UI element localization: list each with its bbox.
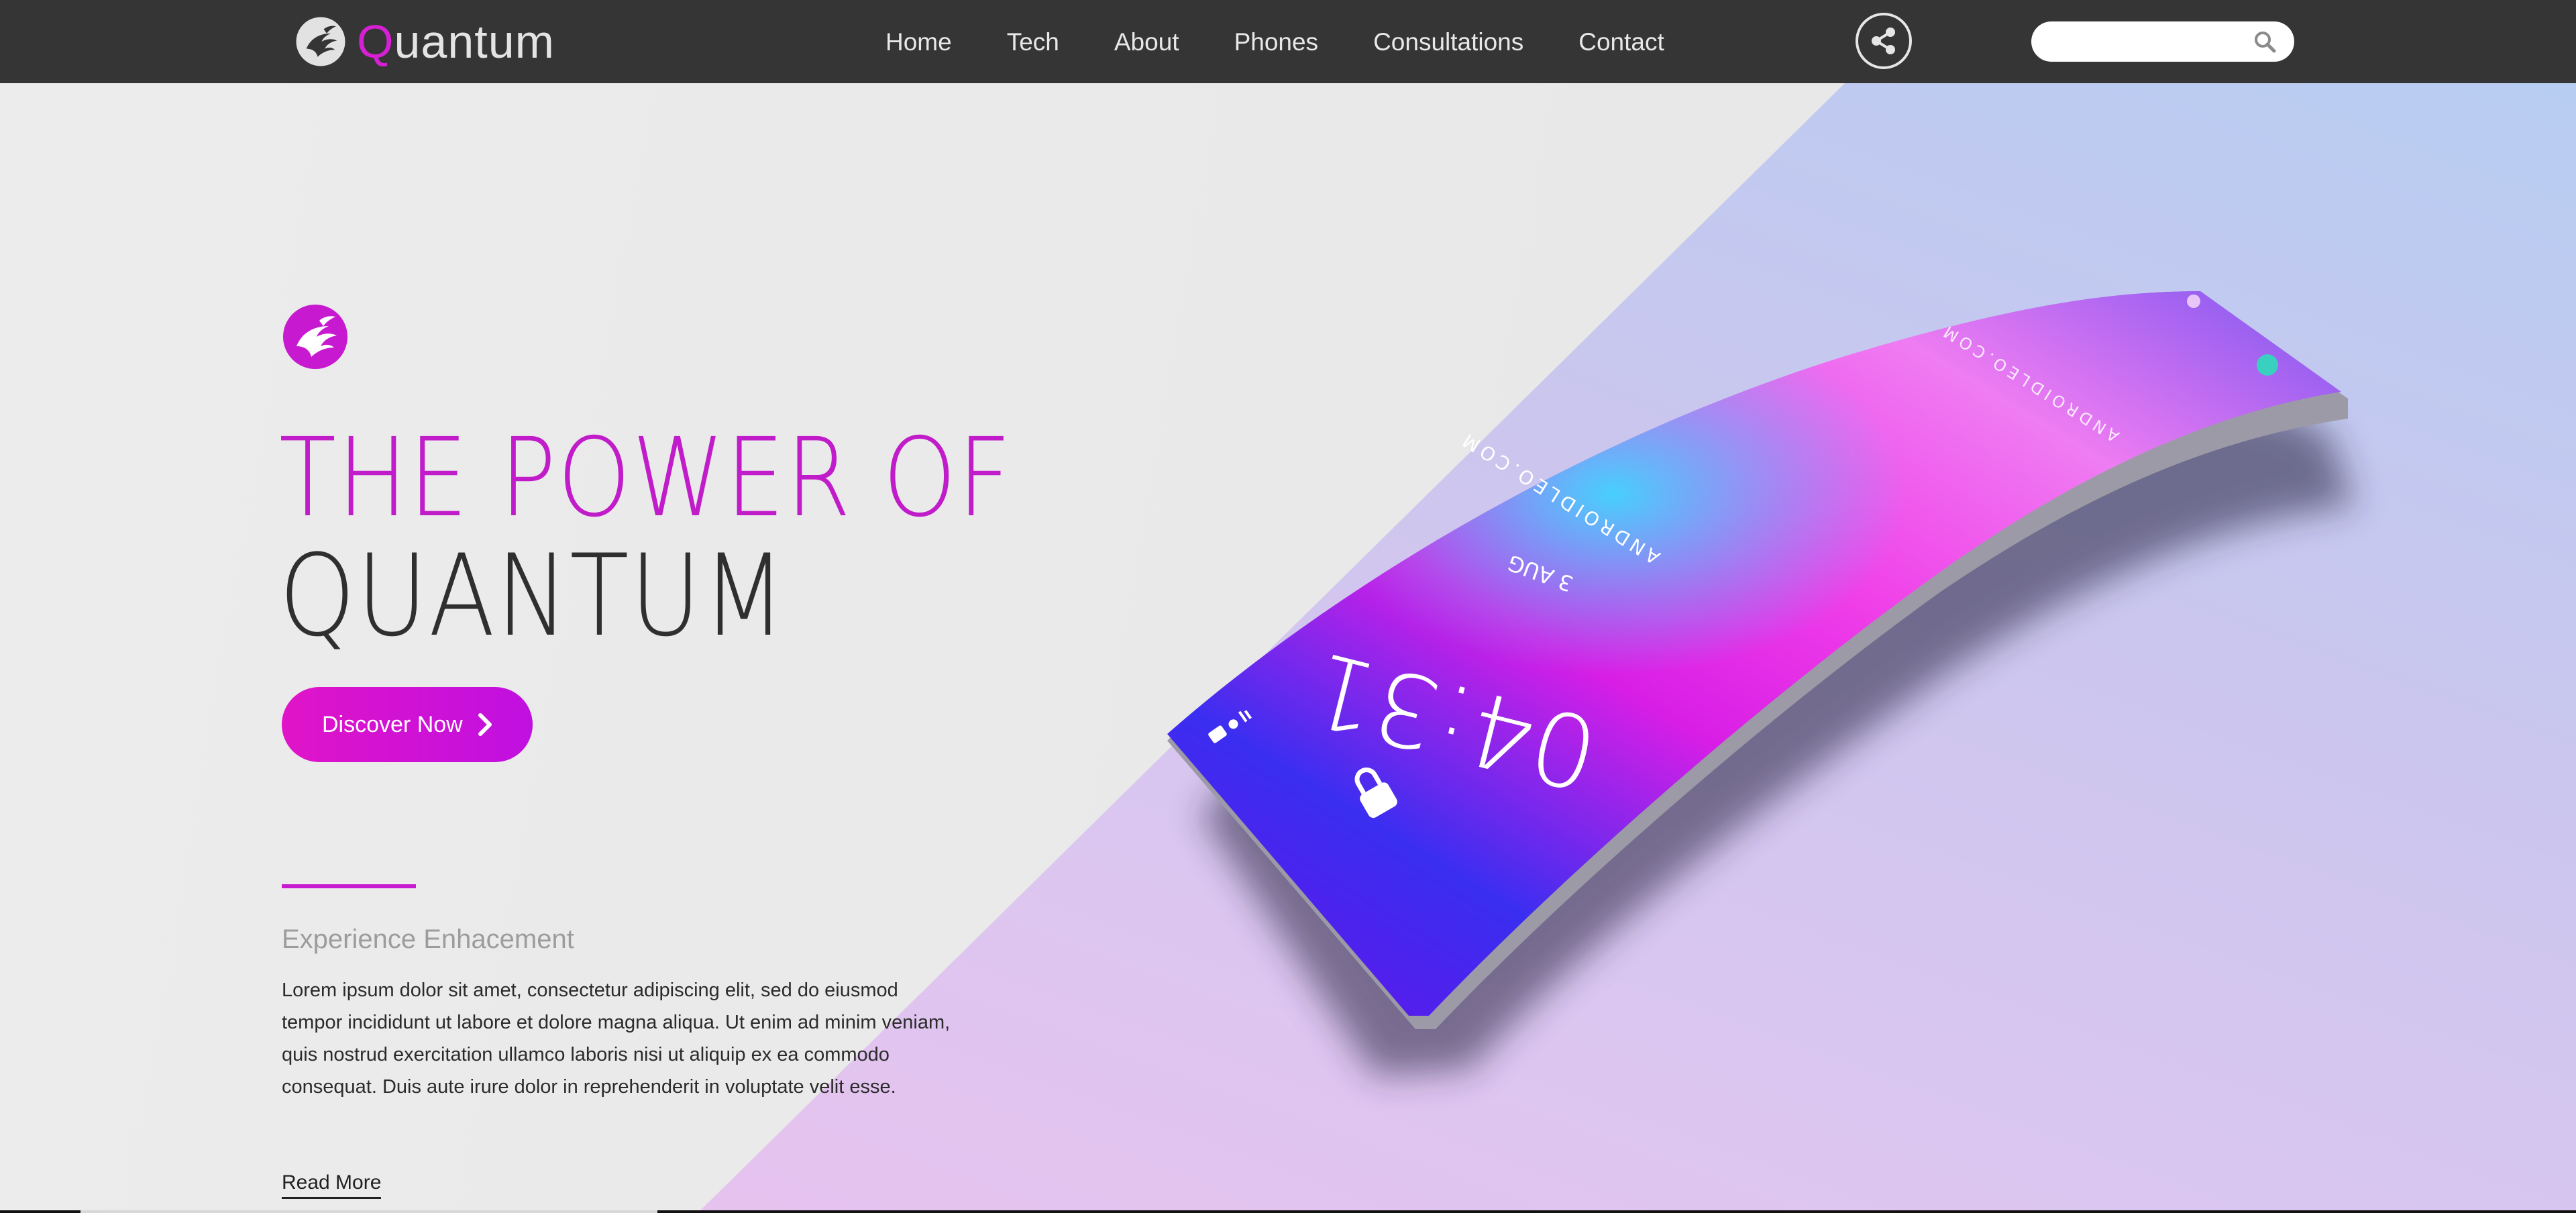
section-divider: [282, 884, 416, 888]
phoenix-logo-icon: [296, 17, 345, 66]
nav-item-tech[interactable]: Tech: [1007, 27, 1059, 58]
discover-now-label: Discover Now: [322, 711, 463, 737]
nav-item-consultations[interactable]: Consultations: [1373, 27, 1523, 58]
bottom-edge-highlight: [80, 1210, 657, 1213]
nav-item-contact[interactable]: Contact: [1578, 27, 1664, 58]
read-more-link[interactable]: Read More: [282, 1171, 382, 1199]
brand-name-rest: uantum: [394, 15, 555, 68]
discover-now-button[interactable]: Discover Now: [282, 687, 533, 762]
brand-name: Quantum: [357, 18, 555, 65]
brand-name-first-letter: Q: [357, 15, 394, 68]
chevron-right-icon: [478, 713, 492, 736]
hero-title-line1: THE POWER OF: [279, 415, 1013, 541]
search-box: [2031, 21, 2294, 62]
search-input[interactable]: [2046, 28, 2250, 56]
brand-logo-link[interactable]: Quantum: [295, 16, 555, 67]
flexible-phone-image: 04:31 3 AUG ANDROIDLEO.COM ANDROIDLEO.CO…: [1167, 291, 2355, 1076]
hero-title-line2: QUANTUM: [279, 530, 788, 662]
main-menu: Home Tech About Phones Consultations Con…: [885, 27, 1719, 58]
section-body-text: Lorem ipsum dolor sit amet, consectetur …: [282, 980, 951, 1098]
search-icon[interactable]: [2253, 30, 2277, 54]
share-button[interactable]: [1856, 13, 1912, 69]
top-navbar: Quantum Home Tech About Phones Consultat…: [0, 0, 2576, 83]
hero-section: 04:31 3 AUG ANDROIDLEO.COM ANDROIDLEO.CO…: [0, 83, 2576, 1213]
front-camera-icon: [2257, 354, 2278, 376]
nav-item-about[interactable]: About: [1114, 27, 1179, 58]
phoenix-emblem-icon: [283, 305, 347, 369]
nav-item-phones[interactable]: Phones: [1234, 27, 1319, 58]
nav-item-home[interactable]: Home: [885, 27, 952, 58]
section-subheading: Experience Enhacement: [282, 925, 574, 954]
share-icon: [1872, 28, 1895, 54]
